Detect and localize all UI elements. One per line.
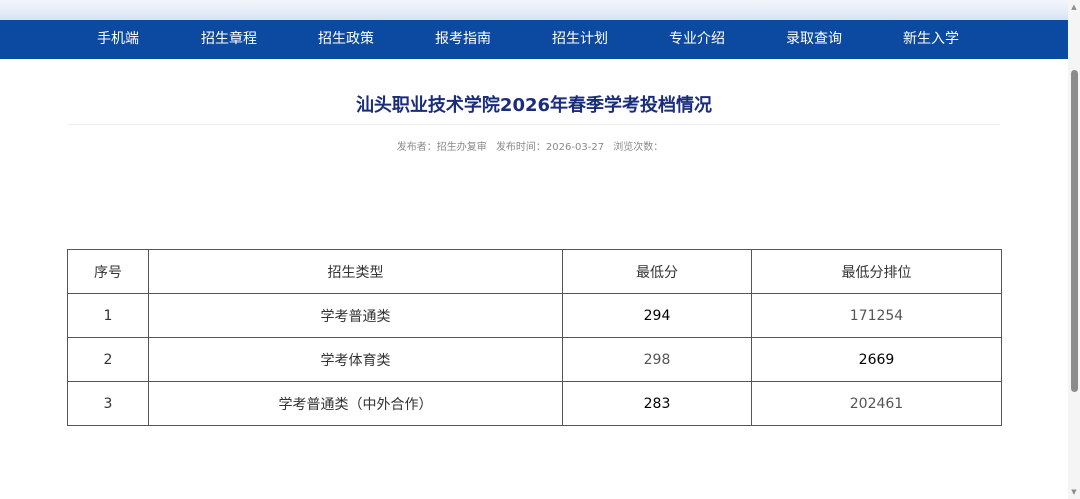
- cell-min-score: 294: [562, 293, 752, 338]
- publisher-label: 发布者：招生办复审: [396, 142, 487, 153]
- nav-item-mobile[interactable]: 手机端: [97, 20, 139, 59]
- nav-item-admission-policy[interactable]: 招生政策: [318, 20, 374, 59]
- header-banner-strip: [0, 0, 1068, 20]
- nav-item-freshman-enrollment[interactable]: 新生入学: [903, 20, 959, 59]
- cell-min-score: 298: [562, 337, 752, 382]
- cell-min-score-rank: 171254: [751, 293, 1002, 338]
- article-content: 汕头职业技术学院2026年春季学考投档情况 发布者：招生办复审 发布时间：202…: [0, 59, 1068, 499]
- column-header-index: 序号: [67, 249, 149, 294]
- table-row: 1 学考普通类 294 171254: [67, 293, 1002, 338]
- title-divider: [68, 124, 1000, 125]
- table-header-row: 序号 招生类型 最低分 最低分排位: [67, 249, 1002, 294]
- cell-min-score-rank: 2669: [751, 337, 1002, 382]
- nav-item-admission-charter[interactable]: 招生章程: [201, 20, 257, 59]
- scroll-down-icon[interactable]: ▼: [1070, 488, 1078, 496]
- admission-score-table: 序号 招生类型 最低分 最低分排位 1 学考普通类 294 171254 2 学…: [67, 249, 1002, 426]
- scrollbar-thumb[interactable]: [1071, 70, 1078, 392]
- cell-min-score: 283: [562, 381, 752, 426]
- cell-admission-type: 学考体育类: [148, 337, 563, 382]
- article-meta: 发布者：招生办复审 发布时间：2026-03-27 浏览次数：: [0, 138, 1060, 153]
- column-header-min-score: 最低分: [562, 249, 752, 294]
- cell-admission-type: 学考普通类: [148, 293, 563, 338]
- table-row: 3 学考普通类（中外合作） 283 202461: [67, 381, 1002, 426]
- nav-item-major-intro[interactable]: 专业介绍: [669, 20, 725, 59]
- cell-index: 2: [67, 337, 149, 382]
- publish-time-label: 发布时间：2026-03-27: [495, 142, 605, 153]
- cell-admission-type: 学考普通类（中外合作）: [148, 381, 563, 426]
- nav-item-admission-query[interactable]: 录取查询: [786, 20, 842, 59]
- view-count-label: 浏览次数：: [613, 142, 664, 153]
- table-row: 2 学考体育类 298 2669: [67, 337, 1002, 382]
- column-header-min-score-rank: 最低分排位: [751, 249, 1002, 294]
- main-navigation: 手机端 招生章程 招生政策 报考指南 招生计划 专业介绍 录取查询 新生入学: [0, 20, 1068, 59]
- cell-index: 3: [67, 381, 149, 426]
- cell-index: 1: [67, 293, 149, 338]
- nav-item-admission-plan[interactable]: 招生计划: [552, 20, 608, 59]
- page-title: 汕头职业技术学院2026年春季学考投档情况: [355, 95, 713, 116]
- column-header-admission-type: 招生类型: [148, 249, 563, 294]
- scroll-up-icon[interactable]: ▲: [1070, 3, 1078, 11]
- nav-item-application-guide[interactable]: 报考指南: [435, 20, 491, 59]
- cell-min-score-rank: 202461: [751, 381, 1002, 426]
